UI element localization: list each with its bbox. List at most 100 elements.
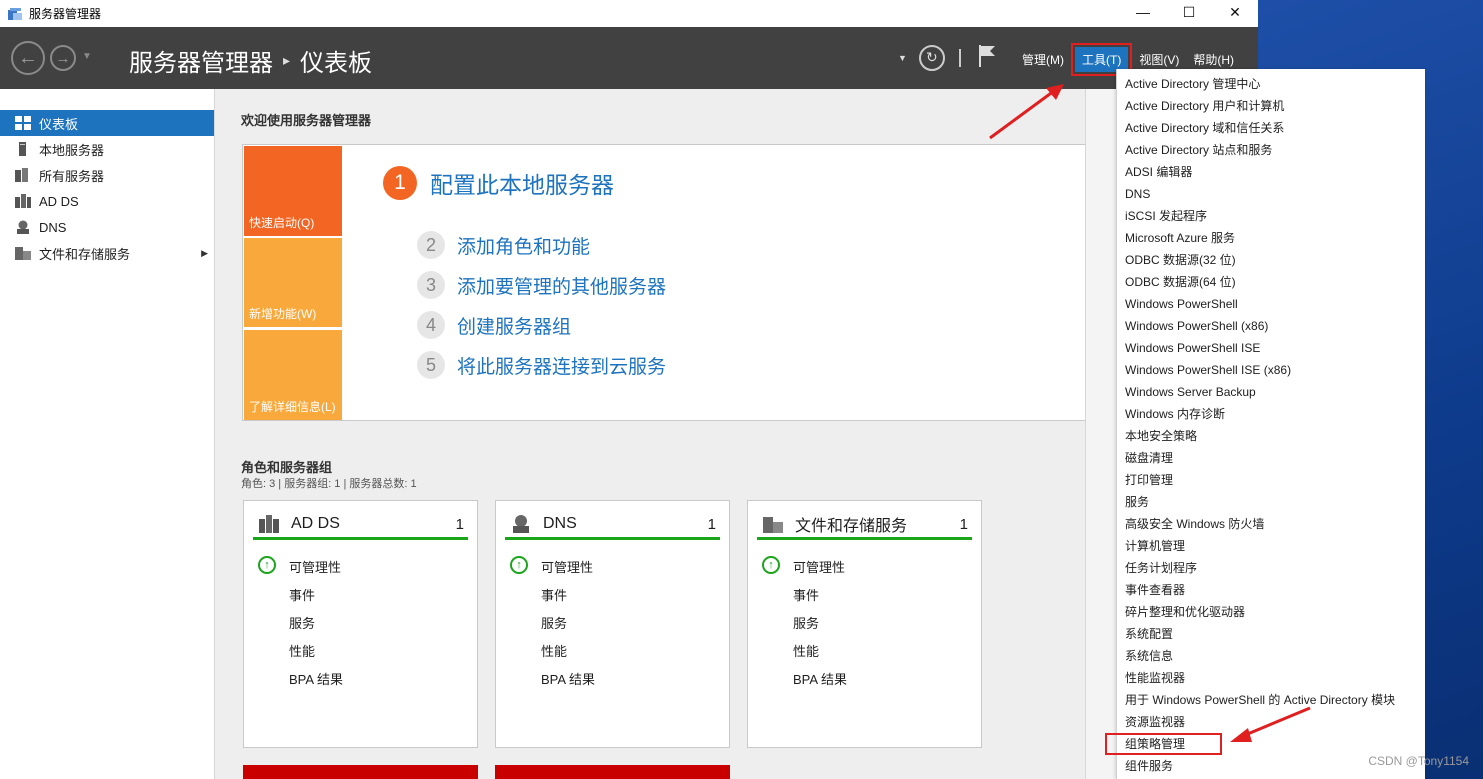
sidebar-item-label: 仪表板 xyxy=(39,116,79,132)
back-button[interactable]: ← xyxy=(11,41,45,75)
toolbar-divider xyxy=(958,48,961,67)
card-row-performance[interactable]: 性能 xyxy=(289,641,315,660)
alert-card-header[interactable] xyxy=(495,765,730,779)
step-number: 5 xyxy=(417,351,445,379)
role-card-file-storage[interactable]: 文件和存储服务 1 ↑ 可管理性 事件 服务 性能 BPA 结果 xyxy=(747,500,982,748)
role-card-dns[interactable]: DNS 1 ↑ 可管理性 事件 服务 性能 BPA 结果 xyxy=(495,500,730,748)
card-title: AD DS xyxy=(291,515,340,532)
sidebar-item-label: 文件和存储服务 xyxy=(39,246,131,262)
sidebar-item-dns[interactable]: DNS xyxy=(0,214,214,240)
card-row-bpa[interactable]: BPA 结果 xyxy=(541,669,595,688)
status-ok-icon: ↑ xyxy=(258,556,276,574)
status-ok-icon: ↑ xyxy=(762,556,780,574)
step-connect-cloud[interactable]: 5 将此服务器连接到云服务 xyxy=(417,351,666,379)
card-row-bpa[interactable]: BPA 结果 xyxy=(793,669,847,688)
alert-card-header[interactable] xyxy=(243,765,478,779)
step-add-roles[interactable]: 2 添加角色和功能 xyxy=(417,231,590,259)
sidebar-item-dashboard[interactable]: 仪表板 xyxy=(0,110,214,136)
storage-icon xyxy=(15,246,31,260)
minimize-button[interactable]: — xyxy=(1120,0,1166,24)
tools-menu-item[interactable]: Windows 内存诊断 xyxy=(1117,403,1425,425)
tools-menu-item[interactable]: 碎片整理和优化驱动器 xyxy=(1117,601,1425,623)
card-row-events[interactable]: 事件 xyxy=(793,585,819,604)
tile-learn-more[interactable]: 了解详细信息(L) xyxy=(244,330,342,420)
close-button[interactable]: ✕ xyxy=(1212,0,1258,24)
sidebar-item-local-server[interactable]: 本地服务器 xyxy=(0,136,214,162)
tools-menu-item[interactable]: 系统配置 xyxy=(1117,623,1425,645)
tools-menu-item[interactable]: ODBC 数据源(64 位) xyxy=(1117,271,1425,293)
card-title: 文件和存储服务 xyxy=(795,518,908,535)
maximize-button[interactable]: ☐ xyxy=(1166,0,1212,24)
tools-menu-item[interactable]: Active Directory 站点和服务 xyxy=(1117,139,1425,161)
tools-menu-item[interactable]: 计算机管理 xyxy=(1117,535,1425,557)
tile-quick-start[interactable]: 快速启动(Q) xyxy=(244,146,342,236)
tools-menu-item[interactable]: 本地安全策略 xyxy=(1117,425,1425,447)
step-number: 4 xyxy=(417,311,445,339)
forward-button[interactable]: → xyxy=(50,45,76,71)
tools-menu-item[interactable]: Windows PowerShell (x86) xyxy=(1117,315,1425,337)
breadcrumb-root[interactable]: 服务器管理器 xyxy=(129,43,273,78)
tools-menu-item[interactable]: 磁盘清理 xyxy=(1117,447,1425,469)
tools-menu-item[interactable]: Windows Server Backup xyxy=(1117,381,1425,403)
tools-menu-item[interactable]: 性能监视器 xyxy=(1117,667,1425,689)
card-row-services[interactable]: 服务 xyxy=(793,613,819,632)
tools-menu-item[interactable]: Active Directory 域和信任关系 xyxy=(1117,117,1425,139)
tools-menu-item[interactable]: 系统信息 xyxy=(1117,645,1425,667)
tile-whats-new[interactable]: 新增功能(W) xyxy=(244,238,342,327)
tools-menu-item[interactable]: Windows PowerShell ISE xyxy=(1117,337,1425,359)
server-icon xyxy=(15,142,31,156)
tools-menu-item[interactable]: 打印管理 xyxy=(1117,469,1425,491)
tools-menu-item[interactable]: Windows PowerShell xyxy=(1117,293,1425,315)
role-card-adds[interactable]: AD DS 1 ↑ 可管理性 事件 服务 性能 BPA 结果 xyxy=(243,500,478,748)
history-dropdown-icon[interactable]: ▼ xyxy=(82,51,92,62)
tools-menu-item[interactable]: 资源监视器 xyxy=(1117,711,1425,733)
tools-menu-item[interactable]: 用于 Windows PowerShell 的 Active Directory… xyxy=(1117,689,1425,711)
server-manager-app-icon xyxy=(7,7,23,21)
card-row-services[interactable]: 服务 xyxy=(289,613,315,632)
tools-menu-item[interactable]: iSCSI 发起程序 xyxy=(1117,205,1425,227)
menu-shadow-strip xyxy=(1085,89,1116,779)
step-add-servers[interactable]: 3 添加要管理的其他服务器 xyxy=(417,271,666,299)
refresh-icon[interactable]: ↻ xyxy=(918,44,945,71)
card-row-services[interactable]: 服务 xyxy=(541,613,567,632)
card-row-manageability[interactable]: 可管理性 xyxy=(793,557,845,576)
tools-menu-item[interactable]: Active Directory 管理中心 xyxy=(1117,73,1425,95)
sidebar-item-file-storage[interactable]: 文件和存储服务 ▶ xyxy=(0,240,214,266)
sidebar-item-all-servers[interactable]: 所有服务器 xyxy=(0,162,214,188)
sidebar-item-label: 所有服务器 xyxy=(39,168,105,184)
tools-menu-item[interactable]: 任务计划程序 xyxy=(1117,557,1425,579)
tools-menu-item[interactable]: Windows PowerShell ISE (x86) xyxy=(1117,359,1425,381)
card-row-performance[interactable]: 性能 xyxy=(793,641,819,660)
dashboard-icon xyxy=(15,116,31,130)
server-manager-window: 服务器管理器 — ☐ ✕ ← → ▼ 服务器管理器 ▸ 仪表板 ▼ ↻ 管理(M… xyxy=(0,0,1258,779)
breadcrumb: 服务器管理器 ▸ 仪表板 xyxy=(129,43,372,78)
card-row-manageability[interactable]: 可管理性 xyxy=(289,557,341,576)
sidebar-item-adds[interactable]: AD DS xyxy=(0,188,214,214)
tools-menu-item[interactable]: 事件查看器 xyxy=(1117,579,1425,601)
tools-menu-item[interactable]: DNS xyxy=(1117,183,1425,205)
card-row-events[interactable]: 事件 xyxy=(541,585,567,604)
step-number: 1 xyxy=(383,166,417,200)
tools-menu-item[interactable]: 高级安全 Windows 防火墙 xyxy=(1117,513,1425,535)
card-row-bpa[interactable]: BPA 结果 xyxy=(289,669,343,688)
notifications-flag-icon[interactable] xyxy=(977,44,997,71)
sidebar-item-label: 本地服务器 xyxy=(39,142,105,158)
expand-arrow-icon[interactable]: ▶ xyxy=(201,248,208,259)
roles-heading: 角色和服务器组 xyxy=(241,460,333,475)
menu-manage[interactable]: 管理(M) xyxy=(1015,47,1071,72)
breadcrumb-dropdown-icon[interactable]: ▼ xyxy=(898,53,907,63)
tools-menu-item[interactable]: 组策略管理 xyxy=(1105,733,1222,755)
step-configure-local-server[interactable]: 1 配置此本地服务器 xyxy=(383,166,614,200)
tools-menu-item[interactable]: 服务 xyxy=(1117,491,1425,513)
card-row-events[interactable]: 事件 xyxy=(289,585,315,604)
step-create-server-group[interactable]: 4 创建服务器组 xyxy=(417,311,571,339)
tools-menu-item[interactable]: Microsoft Azure 服务 xyxy=(1117,227,1425,249)
tools-menu-item[interactable]: ADSI 编辑器 xyxy=(1117,161,1425,183)
card-row-manageability[interactable]: 可管理性 xyxy=(541,557,593,576)
tools-menu-item[interactable]: Active Directory 用户和计算机 xyxy=(1117,95,1425,117)
storage-icon xyxy=(763,515,783,533)
step-number: 3 xyxy=(417,271,445,299)
tools-menu-item[interactable]: ODBC 数据源(32 位) xyxy=(1117,249,1425,271)
card-count: 1 xyxy=(707,515,716,533)
card-row-performance[interactable]: 性能 xyxy=(541,641,567,660)
